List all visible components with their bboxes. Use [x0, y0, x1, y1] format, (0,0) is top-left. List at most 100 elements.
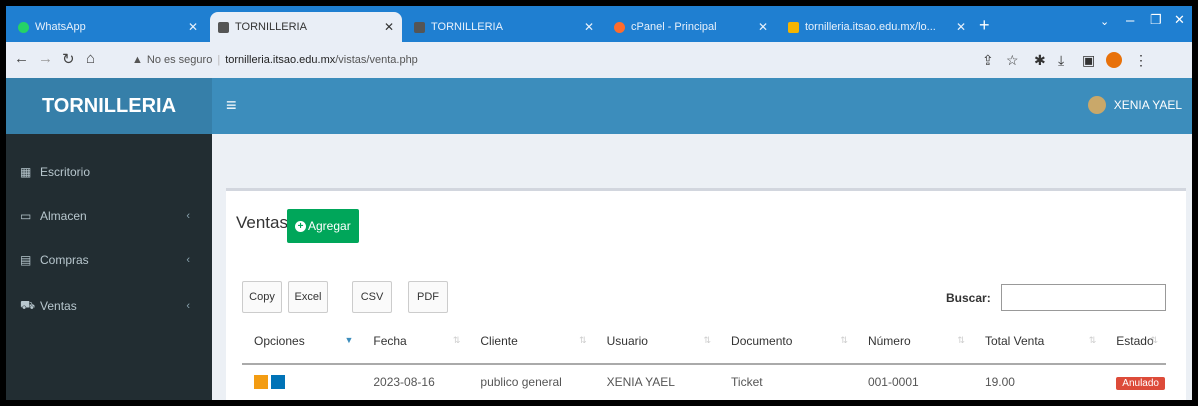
folder-icon: [788, 21, 799, 33]
sidebar-item-ventas[interactable]: ⛟ Ventas ‹: [6, 286, 212, 326]
tab-search-icon[interactable]: ⌄: [1100, 15, 1109, 28]
top-navbar: ≡ XENIA YAEL: [212, 78, 1192, 134]
search-label: Buscar:: [946, 291, 991, 305]
cliente-cell: publico general: [480, 375, 562, 389]
tab-bar: WhatsApp ✕ TORNILLERIA ✕ TORNILLERIA ✕ c…: [6, 6, 1192, 42]
sidebar-item-compras[interactable]: ▤ Compras ‹: [6, 240, 212, 280]
browser-window: WhatsApp ✕ TORNILLERIA ✕ TORNILLERIA ✕ c…: [6, 6, 1192, 400]
excel-button[interactable]: Excel: [288, 281, 328, 313]
sort-icon: ⇅: [1088, 335, 1097, 345]
copy-button[interactable]: Copy: [242, 281, 282, 313]
ventas-table: Opciones ▼ Fecha ⇅ Cliente ⇅ Usuario ⇅ Docum…: [242, 319, 1166, 399]
th-icon: ▤: [20, 253, 32, 267]
close-window-icon[interactable]: ✕: [1174, 12, 1185, 28]
tab-title: tornilleria.itsao.edu.mx/lo...: [805, 21, 936, 33]
sidebar-item-label: Escritorio: [40, 165, 91, 179]
tab-title: TORNILLERIA: [431, 21, 503, 33]
url-field[interactable]: ▲ No es seguro | tornilleria.itsao.edu.m…: [132, 48, 862, 72]
usuario-cell: XENIA YAEL: [606, 375, 675, 389]
cpanel-icon: [614, 21, 625, 33]
add-button-label: Agregar: [308, 219, 351, 233]
tab-whatsapp[interactable]: WhatsApp ✕: [10, 12, 206, 42]
total-cell: 19.00: [984, 375, 1015, 389]
share-icon[interactable]: ⇪: [982, 52, 994, 69]
numero-cell: 001-0001: [867, 375, 919, 389]
new-tab-icon[interactable]: +: [979, 15, 990, 36]
tab-tornilleria-login[interactable]: tornilleria.itsao.edu.mx/lo... ✕: [780, 12, 974, 42]
ventas-panel: Ventas + Agregar Copy Excel CSV PDF Busc…: [226, 188, 1186, 400]
close-icon[interactable]: ✕: [584, 20, 594, 34]
sidebar-item-label: Compras: [40, 253, 89, 267]
warning-icon: ▲: [132, 54, 143, 66]
tab-tornilleria-active[interactable]: TORNILLERIA ✕: [210, 12, 402, 42]
back-icon[interactable]: ←: [14, 50, 29, 67]
profile-icon[interactable]: [1106, 52, 1122, 68]
col-usuario[interactable]: Usuario ⇅: [594, 319, 720, 365]
laptop-icon: ▭: [20, 209, 32, 223]
hamburger-menu-icon[interactable]: ≡: [226, 95, 237, 116]
reload-icon[interactable]: ↻: [62, 50, 75, 68]
url-host: tornilleria.itsao.edu.mx: [225, 54, 336, 66]
chevron-left-icon: ‹: [186, 254, 190, 266]
avatar: [1087, 96, 1106, 114]
dashboard-icon: ▦: [20, 165, 32, 179]
sidepanel-icon[interactable]: ▣: [1082, 52, 1095, 69]
tab-title: WhatsApp: [35, 21, 86, 33]
sort-icon: ⇅: [840, 335, 848, 345]
opciones-cell: [242, 364, 361, 399]
bookmark-star-icon[interactable]: ☆: [1006, 52, 1019, 69]
table-header-row: Opciones ▼ Fecha ⇅ Cliente ⇅ Usuario ⇅ Docum…: [242, 319, 1166, 365]
chevron-left-icon: ‹: [186, 210, 190, 222]
search-input[interactable]: [1001, 284, 1166, 311]
user-menu[interactable]: XENIA YAEL: [1087, 96, 1182, 114]
col-fecha[interactable]: Fecha ⇅: [361, 319, 469, 365]
close-icon[interactable]: ✕: [384, 20, 394, 34]
col-total-venta[interactable]: Total Venta ⇅: [972, 319, 1105, 365]
sort-desc-icon: ▼: [344, 335, 354, 345]
estado-cell: Anulado: [1104, 364, 1166, 399]
forward-icon[interactable]: →: [38, 50, 53, 67]
sidebar-item-label: Ventas: [40, 299, 77, 313]
tab-title: TORNILLERIA: [235, 21, 307, 33]
col-opciones[interactable]: Opciones ▼: [242, 319, 362, 365]
sidebar: ▦ Escritorio ▭ Almacen ‹ ▤ Compras ‹ ⛟ V…: [6, 134, 212, 400]
download-icon[interactable]: ⤓: [1058, 52, 1064, 69]
add-button[interactable]: + Agregar: [287, 209, 359, 243]
edit-icon[interactable]: [254, 375, 268, 390]
sidebar-item-almacen[interactable]: ▭ Almacen ‹: [6, 196, 212, 236]
view-icon[interactable]: [271, 375, 285, 390]
extensions-icon[interactable]: ✱: [1034, 52, 1046, 69]
menu-kebab-icon[interactable]: ⋮: [1134, 52, 1148, 69]
col-estado[interactable]: Estado ⇅: [1104, 319, 1166, 365]
sidebar-item-escritorio[interactable]: ▦ Escritorio: [6, 152, 212, 192]
pdf-button[interactable]: PDF: [408, 281, 448, 313]
home-icon[interactable]: ⌂: [86, 50, 95, 67]
col-numero[interactable]: Número ⇅: [855, 319, 973, 365]
documento-cell: Ticket: [731, 375, 763, 389]
col-cliente[interactable]: Cliente ⇅: [468, 319, 595, 365]
maximize-icon[interactable]: ❐: [1150, 12, 1162, 28]
sort-icon: ⇅: [703, 335, 712, 345]
brand-logo[interactable]: TORNILLERIA: [6, 78, 212, 134]
tab-tornilleria[interactable]: TORNILLERIA ✕: [406, 12, 602, 42]
security-label: No es seguro: [146, 54, 213, 66]
close-icon[interactable]: ✕: [188, 20, 198, 34]
close-icon[interactable]: ✕: [758, 20, 768, 34]
page-title: Ventas: [236, 213, 288, 232]
chevron-left-icon: ‹: [186, 300, 190, 312]
tab-title: cPanel - Principal: [631, 21, 717, 33]
sort-icon: ⇅: [1150, 335, 1158, 345]
sidebar-item-label: Almacen: [40, 209, 87, 223]
csv-button[interactable]: CSV: [352, 281, 392, 313]
tab-cpanel[interactable]: cPanel - Principal ✕: [606, 12, 776, 42]
close-icon[interactable]: ✕: [956, 20, 966, 34]
minimize-icon[interactable]: –: [1126, 12, 1134, 29]
sort-icon: ⇅: [957, 335, 965, 345]
page-icon: [218, 21, 229, 33]
whatsapp-icon: [18, 21, 29, 33]
plus-circle-icon: +: [295, 220, 306, 232]
page-icon: [414, 21, 425, 33]
sort-icon: ⇅: [452, 335, 461, 345]
col-documento[interactable]: Documento ⇅: [719, 319, 856, 365]
address-bar: ← → ↻ ⌂ ▲ No es seguro | tornilleria.its…: [6, 42, 1192, 78]
